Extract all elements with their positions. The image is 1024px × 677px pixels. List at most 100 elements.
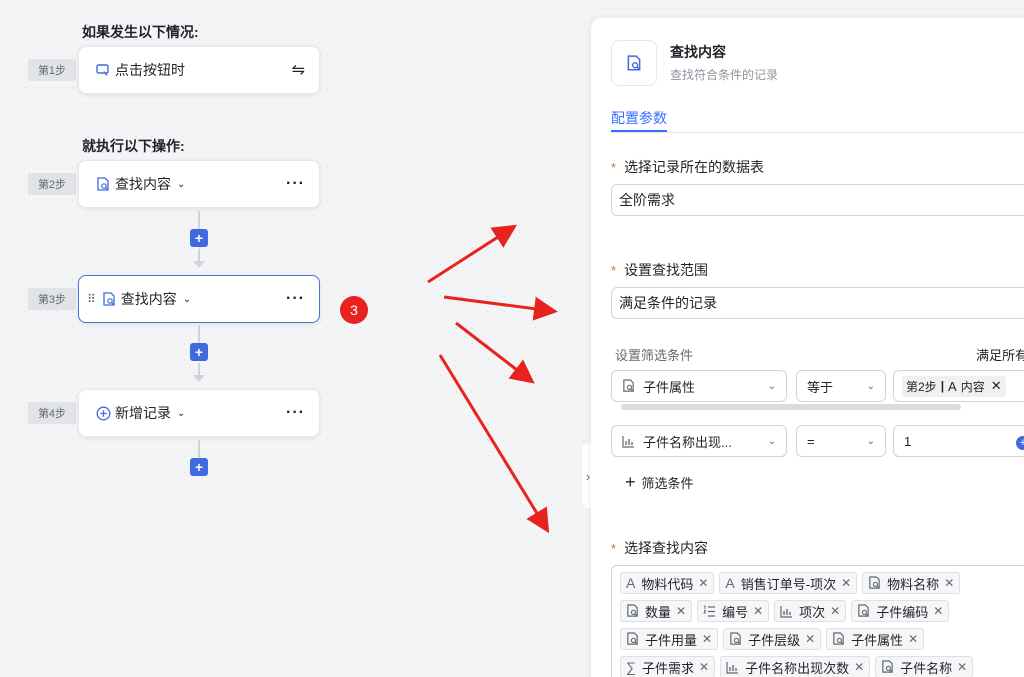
content-tag[interactable]: 项次 ✕: [774, 600, 847, 622]
close-icon[interactable]: ✕: [933, 604, 943, 618]
search-doc-icon: [868, 576, 881, 590]
config-panel: 查找内容 查找符合条件的记录 配置参数 * 选择记录所在的数据表 全阶需求 * 设置…: [591, 18, 1024, 677]
tag-row: A 物料代码 ✕ A 销售订单号-项次 ✕ 物料名称 ✕: [620, 572, 961, 594]
condition-value-input[interactable]: 1: [893, 425, 1024, 457]
bar-chart-icon: [726, 661, 739, 674]
bar-chart-icon: [622, 435, 635, 448]
content-tag[interactable]: 子件属性 ✕: [826, 628, 925, 650]
close-icon[interactable]: ✕: [854, 660, 864, 674]
condition-operator-label: 等于: [807, 379, 834, 395]
tag-row: 数量 ✕ 编号 ✕ 项次 ✕ 子件编码 ✕: [620, 600, 950, 622]
text-a-icon: A: [725, 575, 735, 591]
step-ref-chip[interactable]: 第2步 | A 内容 ✕: [902, 375, 1006, 397]
content-tag[interactable]: 子件编码 ✕: [851, 600, 950, 622]
content-tag-label: 子件层级: [748, 632, 801, 648]
close-icon[interactable]: ✕: [805, 632, 815, 646]
search-doc-icon: [626, 632, 639, 646]
close-icon[interactable]: ✕: [676, 604, 686, 618]
search-doc-icon: [729, 632, 742, 646]
content-tag[interactable]: A 物料代码 ✕: [620, 572, 715, 594]
chip-step: 第2步: [906, 379, 937, 394]
chevron-down-icon: ⌄: [866, 435, 875, 447]
tab-config[interactable]: 配置参数: [611, 108, 667, 128]
condition-value-input[interactable]: 第2步 | A 内容 ✕: [893, 370, 1024, 402]
chevron-down-icon: ⌄: [866, 380, 875, 392]
content-tag-label: 子件编码: [876, 604, 929, 620]
annotation-arrows: [427, 224, 558, 534]
sum-icon: ∑: [626, 659, 636, 675]
content-tag[interactable]: 子件名称出现次数 ✕: [720, 656, 871, 677]
plus-circle-icon[interactable]: +: [1016, 436, 1024, 450]
text-a-icon: A: [948, 378, 957, 394]
content-tag-label: 物料代码: [641, 576, 694, 592]
content-label: * 选择查找内容: [611, 540, 709, 556]
range-select[interactable]: 满足条件的记录: [611, 287, 1024, 319]
content-tag[interactable]: 子件层级 ✕: [723, 628, 822, 650]
search-doc-icon: [626, 604, 639, 618]
annotation-arrow: [427, 224, 518, 284]
search-doc-icon: [611, 40, 657, 86]
close-icon[interactable]: ✕: [699, 660, 709, 674]
chevron-down-icon: ⌄: [767, 435, 776, 447]
content-tag[interactable]: 子件用量 ✕: [620, 628, 719, 650]
search-doc-icon: [857, 604, 870, 618]
table-select[interactable]: 全阶需求: [611, 184, 1024, 216]
close-icon[interactable]: ✕: [753, 604, 763, 618]
content-tag-label: 子件用量: [645, 632, 698, 648]
content-tag-label: 物料名称: [887, 576, 940, 592]
content-tag[interactable]: 物料名称 ✕: [862, 572, 961, 594]
filter-match-mode[interactable]: 满足所有: [976, 345, 1024, 364]
condition-value: 1: [904, 433, 912, 449]
content-tag-label: 数量: [645, 604, 672, 620]
content-tag-label: 编号: [722, 604, 749, 620]
text-a-icon: A: [626, 575, 636, 591]
numbered-list-icon: [703, 604, 716, 618]
add-condition-button[interactable]: + 筛选条件: [625, 472, 694, 493]
content-tag-label: 子件名称: [900, 660, 953, 676]
content-tag[interactable]: 编号 ✕: [697, 600, 770, 622]
condition-operator-select[interactable]: 等于 ⌄: [796, 370, 886, 402]
content-tag-label: 子件名称出现次数: [745, 660, 850, 676]
close-icon[interactable]: ✕: [698, 576, 708, 590]
content-tag[interactable]: A 销售订单号-项次 ✕: [719, 572, 858, 594]
condition-field-select[interactable]: 子件属性 ⌄: [611, 370, 787, 402]
content-tag[interactable]: 子件名称 ✕: [875, 656, 974, 677]
plus-icon: +: [625, 472, 636, 492]
condition-field-label: 子件属性: [643, 379, 696, 395]
condition-field-label: 子件名称出现...: [643, 434, 732, 450]
condition-operator-label: =: [807, 433, 815, 449]
panel-title: 查找内容: [670, 44, 726, 60]
close-icon[interactable]: ✕: [841, 576, 851, 590]
close-icon[interactable]: ✕: [830, 604, 840, 618]
condition-operator-select[interactable]: = ⌄: [796, 425, 886, 457]
table-label: * 选择记录所在的数据表: [611, 159, 765, 175]
close-icon[interactable]: ✕: [702, 632, 712, 646]
range-label: * 设置查找范围: [611, 262, 709, 278]
condition-field-select[interactable]: 子件名称出现... ⌄: [611, 425, 787, 457]
tag-row: ∑ 子件需求 ✕ 子件名称出现次数 ✕ 子件名称 ✕: [620, 656, 974, 677]
content-tags-select[interactable]: A 物料代码 ✕ A 销售订单号-项次 ✕ 物料名称 ✕ 数量 ✕ 编号 ✕ 项次 ✕ 子件编码 ✕ 子件用量 ✕…: [611, 565, 1024, 677]
content-tag-label: 子件属性: [851, 632, 904, 648]
panel-subtitle: 查找符合条件的记录: [670, 68, 779, 82]
annotation-arrow: [438, 354, 550, 534]
close-icon[interactable]: ✕: [957, 660, 967, 674]
horizontal-scrollbar[interactable]: [621, 404, 961, 410]
chip-field: 内容: [960, 379, 985, 394]
tag-row: 子件用量 ✕ 子件层级 ✕ 子件属性 ✕: [620, 628, 925, 650]
content-tag-label: 子件需求: [641, 660, 694, 676]
tab-underline: [611, 130, 667, 132]
chevron-down-icon: ⌄: [767, 380, 776, 392]
close-icon[interactable]: ✕: [944, 576, 954, 590]
close-icon[interactable]: ✕: [991, 378, 1002, 394]
chip-sep: |: [940, 379, 945, 393]
close-icon[interactable]: ✕: [908, 632, 918, 646]
annotation-arrow: [443, 295, 558, 321]
content-tag-label: 项次: [799, 604, 826, 620]
content-tag[interactable]: 数量 ✕: [620, 600, 693, 622]
content-tag-label: 销售订单号-项次: [740, 576, 837, 592]
add-condition-label: 筛选条件: [641, 476, 694, 491]
divider: [611, 132, 1024, 133]
search-doc-icon: [622, 379, 635, 393]
content-tag[interactable]: ∑ 子件需求 ✕: [620, 656, 716, 677]
search-doc-icon: [881, 660, 894, 674]
